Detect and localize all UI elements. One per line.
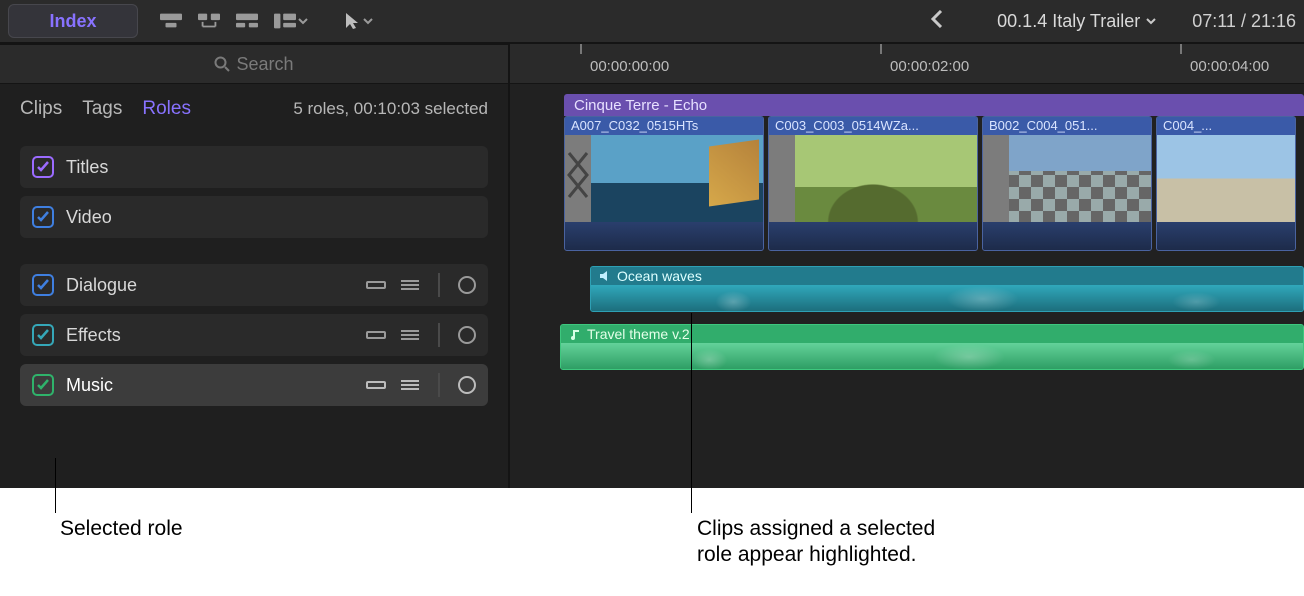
clip-thumbnail bbox=[769, 135, 977, 222]
timeline-tools-group bbox=[160, 12, 373, 30]
role-checkbox[interactable] bbox=[32, 324, 54, 346]
insert-tool-icon[interactable] bbox=[160, 13, 182, 29]
timecode-display: 07:11 / 21:16 bbox=[1192, 11, 1296, 32]
clip-audio-waveform bbox=[983, 222, 1151, 250]
index-button[interactable]: Index bbox=[8, 4, 138, 38]
video-clip[interactable]: A007_C032_0515HTs bbox=[564, 116, 764, 251]
select-tool-icon[interactable] bbox=[344, 12, 373, 30]
callout-line bbox=[55, 458, 56, 513]
video-clip[interactable]: B002_C004_051... bbox=[982, 116, 1152, 251]
search-icon bbox=[214, 56, 230, 72]
index-sidebar: Search Clips Tags Roles 5 roles, 00:10:0… bbox=[0, 44, 510, 489]
speaker-icon bbox=[599, 270, 611, 282]
audio-clip-music[interactable]: Travel theme v.2 bbox=[560, 324, 1304, 370]
clip-audio-waveform bbox=[591, 285, 1303, 312]
search-placeholder: Search bbox=[236, 54, 293, 75]
role-row-music[interactable]: Music bbox=[20, 364, 488, 406]
search-input[interactable]: Search bbox=[0, 44, 508, 84]
tab-tags[interactable]: Tags bbox=[82, 98, 122, 120]
clip-audio-waveform bbox=[1157, 222, 1295, 250]
role-row-effects[interactable]: Effects bbox=[20, 314, 488, 356]
show-subroles-icon[interactable] bbox=[400, 328, 420, 342]
role-label: Music bbox=[66, 375, 113, 396]
role-label: Dialogue bbox=[66, 275, 137, 296]
index-tabs: Clips Tags Roles 5 roles, 00:10:03 selec… bbox=[0, 84, 508, 134]
tab-roles[interactable]: Roles bbox=[142, 98, 191, 120]
chevron-down-icon bbox=[363, 16, 373, 26]
chevron-down-icon bbox=[298, 16, 308, 26]
show-subroles-icon[interactable] bbox=[400, 278, 420, 292]
collapse-subroles-icon[interactable] bbox=[366, 278, 386, 292]
audio-clip-ocean[interactable]: Ocean waves bbox=[590, 266, 1304, 312]
video-clip[interactable]: C004_... bbox=[1156, 116, 1296, 251]
role-checkbox[interactable] bbox=[32, 206, 54, 228]
role-row-dialogue[interactable]: Dialogue bbox=[20, 264, 488, 306]
clip-thumbnail bbox=[1157, 135, 1295, 222]
storyline-title[interactable]: Cinque Terre - Echo bbox=[564, 94, 1304, 116]
annotation-area: Selected role Clips assigned a selected … bbox=[0, 488, 1304, 596]
transition-icon[interactable] bbox=[769, 135, 795, 222]
roles-list: Titles Video Dialogue bbox=[0, 134, 508, 418]
role-checkbox[interactable] bbox=[32, 274, 54, 296]
connect-tool-icon[interactable] bbox=[236, 13, 258, 29]
roles-summary: 5 roles, 00:10:03 selected bbox=[293, 99, 488, 119]
role-checkbox[interactable] bbox=[32, 156, 54, 178]
transition-icon[interactable] bbox=[983, 135, 1009, 222]
transition-icon[interactable] bbox=[565, 135, 591, 222]
role-checkbox[interactable] bbox=[32, 374, 54, 396]
clip-label: A007_C032_0515HTs bbox=[565, 117, 763, 135]
callout-line bbox=[691, 313, 692, 513]
clip-label: Travel theme v.2 bbox=[587, 326, 690, 342]
video-clip[interactable]: C003_C003_0514WZa... bbox=[768, 116, 978, 251]
clip-thumbnail bbox=[565, 135, 763, 222]
app-window: Index 00.1.4 Italy Tra bbox=[0, 0, 1304, 489]
clip-label: C003_C003_0514WZa... bbox=[769, 117, 977, 135]
annotation-selected-role: Selected role bbox=[60, 516, 183, 542]
focus-role-icon[interactable] bbox=[458, 326, 476, 344]
chevron-down-icon bbox=[1146, 16, 1156, 26]
main-body: Search Clips Tags Roles 5 roles, 00:10:0… bbox=[0, 44, 1304, 489]
show-subroles-icon[interactable] bbox=[400, 378, 420, 392]
role-label: Effects bbox=[66, 325, 121, 346]
clip-label: Ocean waves bbox=[617, 268, 702, 284]
toolbar: Index 00.1.4 Italy Tra bbox=[0, 0, 1304, 44]
tracks-area: Cinque Terre - Echo A007_C032_0515HTs C0… bbox=[510, 84, 1304, 102]
tab-clips[interactable]: Clips bbox=[20, 98, 62, 120]
role-label: Video bbox=[66, 207, 112, 228]
primary-storyline: A007_C032_0515HTs C003_C003_0514WZa... B… bbox=[564, 116, 1304, 251]
annotation-highlighted: Clips assigned a selected role appear hi… bbox=[697, 516, 935, 568]
ruler-tick-label: 00:00:04:00 bbox=[1190, 58, 1269, 75]
clip-label: B002_C004_051... bbox=[983, 117, 1151, 135]
music-note-icon bbox=[569, 328, 581, 340]
role-row-titles[interactable]: Titles bbox=[20, 146, 488, 188]
collapse-subroles-icon[interactable] bbox=[366, 378, 386, 392]
time-ruler[interactable]: 00:00:00:00 00:00:02:00 00:00:04:00 bbox=[510, 44, 1304, 84]
project-title-dropdown[interactable]: 00.1.4 Italy Trailer bbox=[997, 11, 1156, 32]
history-back-icon[interactable] bbox=[931, 10, 943, 33]
collapse-subroles-icon[interactable] bbox=[366, 328, 386, 342]
ruler-tick-label: 00:00:00:00 bbox=[590, 58, 669, 75]
append-tool-icon[interactable] bbox=[198, 13, 220, 29]
role-label: Titles bbox=[66, 157, 108, 178]
clip-audio-waveform bbox=[561, 343, 1303, 370]
clip-label: C004_... bbox=[1157, 117, 1295, 135]
project-title-label: 00.1.4 Italy Trailer bbox=[997, 11, 1140, 32]
focus-role-icon[interactable] bbox=[458, 376, 476, 394]
clip-audio-waveform bbox=[565, 222, 763, 250]
role-row-video[interactable]: Video bbox=[20, 196, 488, 238]
overwrite-tool-icon[interactable] bbox=[274, 13, 308, 29]
ruler-tick-label: 00:00:02:00 bbox=[890, 58, 969, 75]
focus-role-icon[interactable] bbox=[458, 276, 476, 294]
timeline[interactable]: 00:00:00:00 00:00:02:00 00:00:04:00 Cinq… bbox=[510, 44, 1304, 489]
clip-audio-waveform bbox=[769, 222, 977, 250]
